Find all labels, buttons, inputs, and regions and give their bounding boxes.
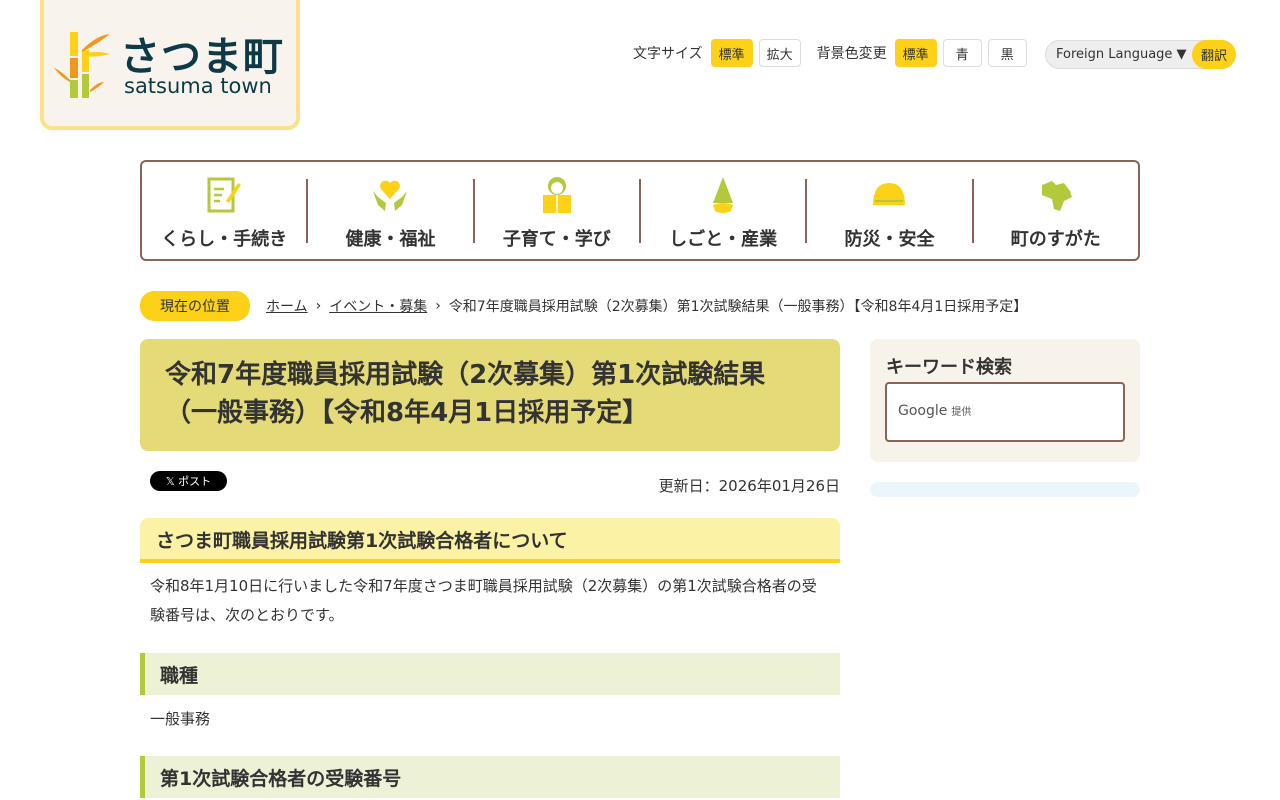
nav-item-work[interactable]: しごと・産業 bbox=[638, 176, 805, 250]
translate-button[interactable]: 翻訳 bbox=[1192, 40, 1236, 69]
job-type-heading: 職種 bbox=[140, 653, 840, 695]
chevron-right-icon: › bbox=[315, 298, 322, 314]
font-size-label: 文字サイズ bbox=[633, 46, 703, 62]
current-location-badge: 現在の位置 bbox=[140, 291, 250, 321]
font-standard-button[interactable]: 標準 bbox=[710, 39, 753, 67]
sidebar-banner bbox=[870, 482, 1140, 497]
helmet-icon bbox=[873, 182, 906, 205]
nav-item-health[interactable]: 健康・福祉 bbox=[306, 178, 472, 250]
site-logo[interactable]: さつま町 satsuma town bbox=[40, 0, 300, 130]
job-type-text: 一般事務 bbox=[150, 710, 211, 728]
breadcrumb-home[interactable]: ホーム bbox=[266, 296, 308, 316]
breadcrumb: 現在の位置 ホーム › イベント・募集 › 令和7年度職員採用試験（2次募集）第… bbox=[140, 291, 1027, 321]
nav-item-living[interactable]: くらし・手続き bbox=[142, 177, 306, 250]
map-icon bbox=[1041, 180, 1072, 211]
bg-color-label: 背景色変更 bbox=[816, 46, 887, 62]
bg-black-button[interactable]: 黒 bbox=[987, 39, 1027, 67]
breadcrumb-current: 令和7年度職員採用試験（2次募集）第1次試験結果（一般事務）【令和8年4月1日採… bbox=[448, 299, 1028, 315]
global-nav: くらし・手続き 健康・福祉 子育て・学び しごと・産業 防災・安全 町のすがた bbox=[140, 160, 1140, 261]
chevron-right-icon: › bbox=[435, 298, 441, 314]
exam-numbers-heading: 第1次試験合格者の受験番号 bbox=[140, 756, 840, 798]
updated-date: 更新日：2026年01月26日 bbox=[658, 477, 840, 495]
bamboo-logo-icon bbox=[54, 32, 110, 98]
logo-text-en: satsuma town bbox=[124, 74, 272, 98]
document-pen-icon bbox=[207, 177, 242, 212]
breadcrumb-events[interactable]: イベント・募集 bbox=[329, 296, 427, 316]
search-input[interactable]: Google 提供 bbox=[885, 382, 1125, 442]
page-title: 令和7年度職員採用試験（2次募集）第1次試験結果 （一般事務）【令和8年4月1日採… bbox=[140, 339, 840, 451]
nav-item-town[interactable]: 町のすがた bbox=[971, 178, 1138, 250]
language-select[interactable]: Foreign Language ▼ bbox=[1046, 47, 1192, 62]
keyword-search-panel: キーワード検索 Google 提供 bbox=[870, 339, 1140, 462]
x-post-button[interactable]: 𝕏 ポスト bbox=[150, 471, 227, 491]
keyword-search-title: キーワード検索 bbox=[886, 357, 1012, 378]
heart-hands-icon bbox=[373, 180, 408, 211]
intro-text: 令和8年1月10日に行いました令和7年度さつま町職員採用試験（2次募集）の第1次… bbox=[150, 577, 817, 624]
bamboo-shoot-icon bbox=[713, 176, 734, 213]
nav-item-safety[interactable]: 防災・安全 bbox=[805, 178, 971, 250]
bg-standard-button[interactable]: 標準 bbox=[894, 39, 937, 67]
section-heading: さつま町職員採用試験第1次試験合格者について bbox=[140, 518, 840, 563]
font-large-button[interactable]: 拡大 bbox=[758, 39, 801, 67]
language-selector: Foreign Language ▼ 翻訳 bbox=[1045, 40, 1236, 69]
accessibility-tools: 文字サイズ 標準 拡大 背景色変更 標準 青 黒 bbox=[633, 39, 1033, 67]
nav-item-childcare[interactable]: 子育て・学び bbox=[472, 176, 639, 250]
child-book-icon bbox=[542, 176, 571, 213]
bg-blue-button[interactable]: 青 bbox=[942, 39, 982, 67]
